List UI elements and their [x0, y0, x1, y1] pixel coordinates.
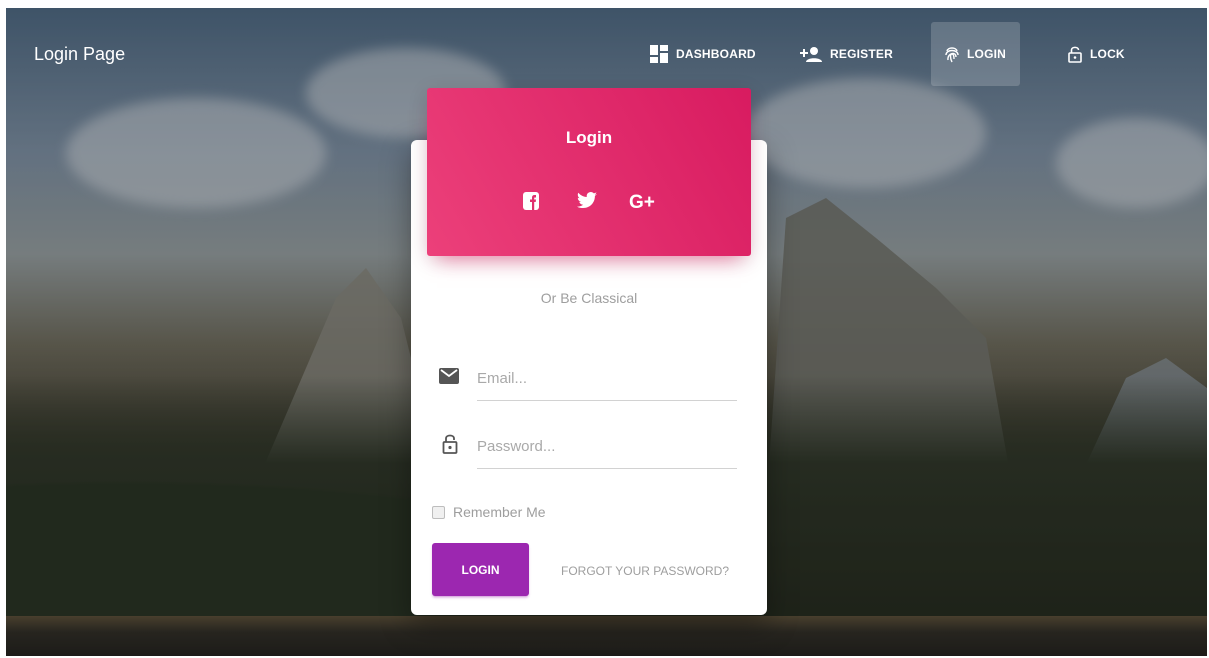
email-field[interactable]: [477, 364, 737, 392]
password-underline: [477, 468, 737, 469]
card-title: Login: [565, 128, 613, 147]
twitter-button[interactable]: [577, 192, 597, 208]
facebook-button[interactable]: [523, 192, 539, 210]
login-card-header: Login G+: [427, 88, 751, 256]
nav-register-label: REGISTER: [830, 47, 893, 61]
password-field[interactable]: [477, 432, 737, 460]
lock-open-icon: [1068, 46, 1082, 63]
nav-login-label: LOGIN: [967, 47, 1006, 61]
remember-checkbox[interactable]: [432, 505, 445, 519]
nav-lock[interactable]: LOCK: [1054, 22, 1139, 86]
fingerprint-icon: [945, 47, 959, 63]
forgot-password-link[interactable]: FORGOT YOUR PASSWORD?: [561, 564, 729, 578]
nav-login[interactable]: LOGIN: [931, 22, 1020, 86]
google-plus-icon: G+: [629, 192, 655, 213]
email-icon: [439, 368, 459, 384]
nav-register[interactable]: REGISTER: [786, 22, 907, 86]
remember-me[interactable]: Remember Me: [432, 504, 546, 520]
google-plus-button[interactable]: G+: [629, 192, 655, 214]
person-add-icon: [800, 47, 822, 62]
divider-text: Or Be Classical: [540, 290, 638, 306]
remember-label: Remember Me: [453, 504, 546, 520]
login-button[interactable]: LOGIN: [432, 543, 529, 596]
twitter-icon: [577, 192, 597, 208]
nav-dashboard-label: DASHBOARD: [676, 47, 756, 61]
email-underline: [477, 400, 737, 401]
lock-icon: [442, 434, 458, 454]
nav-lock-label: LOCK: [1090, 47, 1125, 61]
facebook-icon: [523, 192, 539, 210]
brand-title[interactable]: Login Page: [34, 43, 125, 65]
dashboard-icon: [650, 45, 668, 63]
nav-dashboard[interactable]: DASHBOARD: [636, 22, 770, 86]
